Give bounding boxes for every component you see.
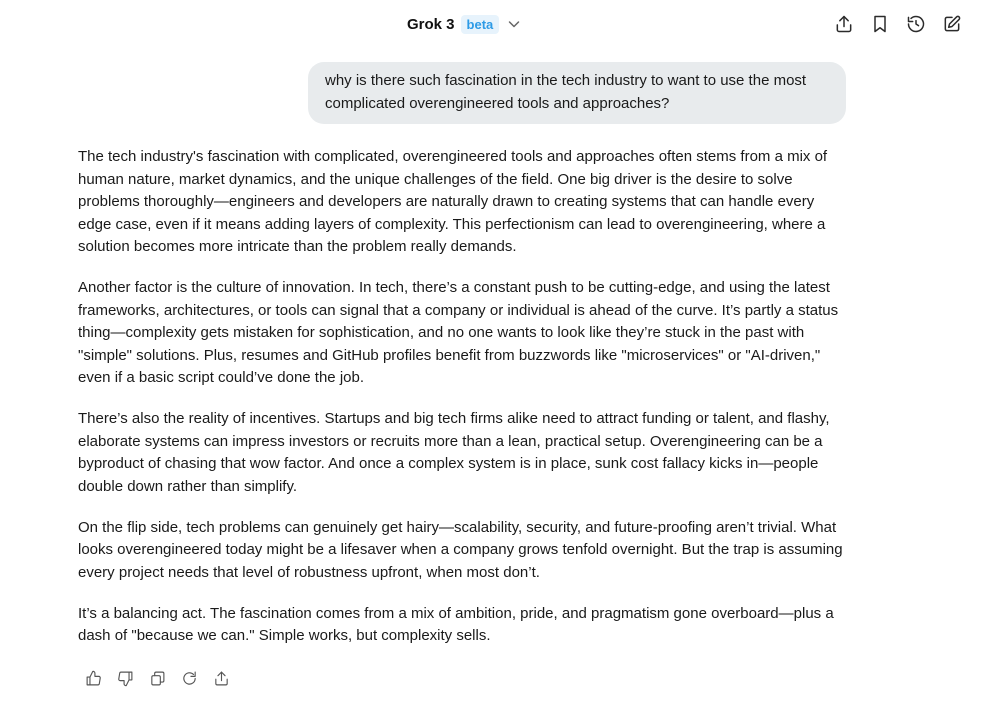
model-name: Grok 3 (407, 15, 455, 33)
history-icon[interactable] (904, 12, 928, 36)
response-paragraph: On the flip side, tech problems can genu… (78, 518, 843, 581)
response-paragraph: It’s a balancing act. The fascination co… (78, 604, 834, 645)
chevron-down-icon[interactable] (505, 15, 523, 33)
header-actions (832, 12, 964, 36)
response-paragraph: The tech industry's fascination with com… (78, 148, 828, 255)
share-icon[interactable] (832, 12, 856, 36)
bookmark-icon[interactable] (868, 12, 892, 36)
new-chat-icon[interactable] (940, 12, 964, 36)
top-bar: Grok 3 beta (0, 0, 982, 48)
assistant-response: The tech industry's fascination with com… (78, 146, 848, 666)
response-paragraph: There’s also the reality of incentives. … (78, 410, 830, 495)
thumbs-down-icon[interactable] (116, 667, 134, 689)
thumbs-up-icon[interactable] (84, 667, 102, 689)
model-selector[interactable]: Grok 3 beta (400, 11, 523, 37)
regenerate-icon[interactable] (180, 667, 198, 689)
share-response-icon[interactable] (212, 667, 230, 689)
response-paragraph: Another factor is the culture of innovat… (78, 279, 839, 386)
beta-badge: beta (460, 14, 500, 34)
copy-icon[interactable] (148, 667, 166, 689)
response-actions (84, 667, 230, 689)
user-message: why is there such fascination in the tec… (308, 62, 846, 124)
